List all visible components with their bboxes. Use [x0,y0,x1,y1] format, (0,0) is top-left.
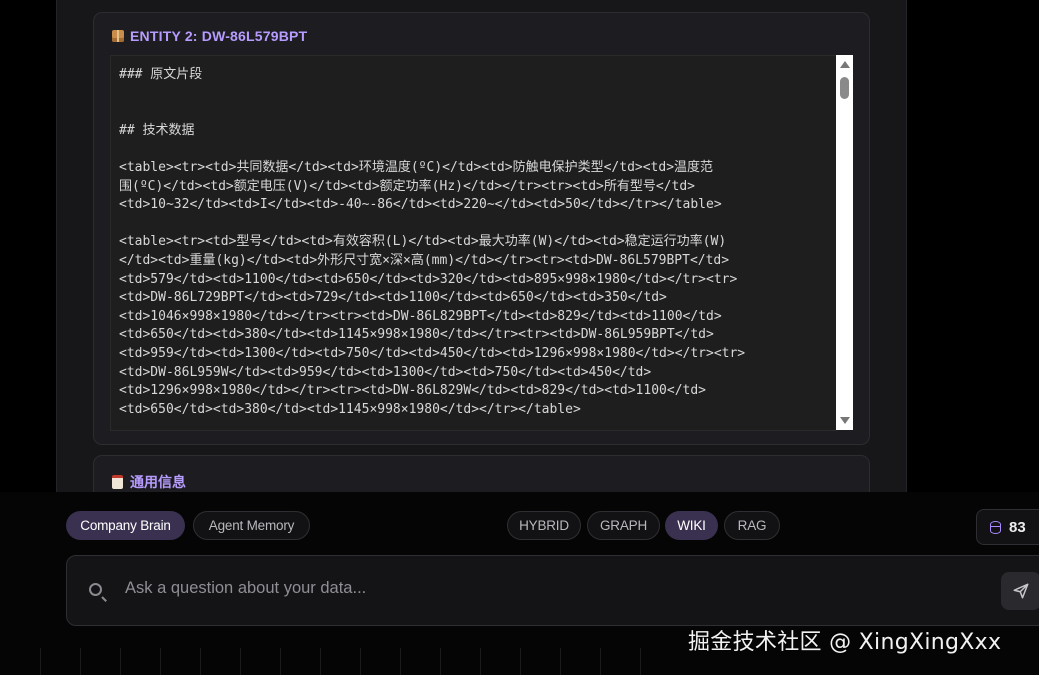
document-count: 83 [1009,518,1026,536]
entity-content-textarea[interactable]: ### 原文片段 ## 技术数据 <table><tr><td>共同数据</td… [110,55,837,431]
database-icon [990,520,1001,534]
general-info-title: 通用信息 [130,474,186,490]
scroll-down-arrow-icon[interactable] [840,417,850,424]
entity-card: ENTITY 2: DW-86L579BPT ### 原文片段 ## 技术数据 … [93,12,870,445]
entity-content-text: ### 原文片段 ## 技术数据 <table><tr><td>共同数据</td… [119,67,746,417]
send-button[interactable] [1001,572,1039,610]
scroll-up-arrow-icon[interactable] [840,61,850,68]
query-box [66,555,1039,626]
content-scrollbar[interactable] [836,55,853,430]
document-count-badge[interactable]: 83 [976,509,1039,545]
entity-title: ENTITY 2: DW-86L579BPT [130,28,308,44]
tab-company-brain[interactable]: Company Brain [66,511,185,540]
entity-header: ENTITY 2: DW-86L579BPT [112,28,307,44]
send-icon [1013,583,1029,599]
mode-rag-button[interactable]: RAG [724,511,780,540]
mode-graph-button[interactable]: GRAPH [587,511,660,540]
watermark-text: 掘金技术社区 @ XingXingXxx [688,630,1002,655]
mode-wiki-button[interactable]: WIKI [665,511,718,540]
general-info-header: 通用信息 [112,472,186,492]
tab-agent-memory[interactable]: Agent Memory [193,511,310,540]
search-icon [89,583,102,596]
scroll-thumb[interactable] [840,77,849,99]
package-icon [112,30,124,42]
query-input[interactable] [123,574,987,602]
mode-hybrid-button[interactable]: HYBRID [507,511,581,540]
clipboard-icon [112,475,123,489]
